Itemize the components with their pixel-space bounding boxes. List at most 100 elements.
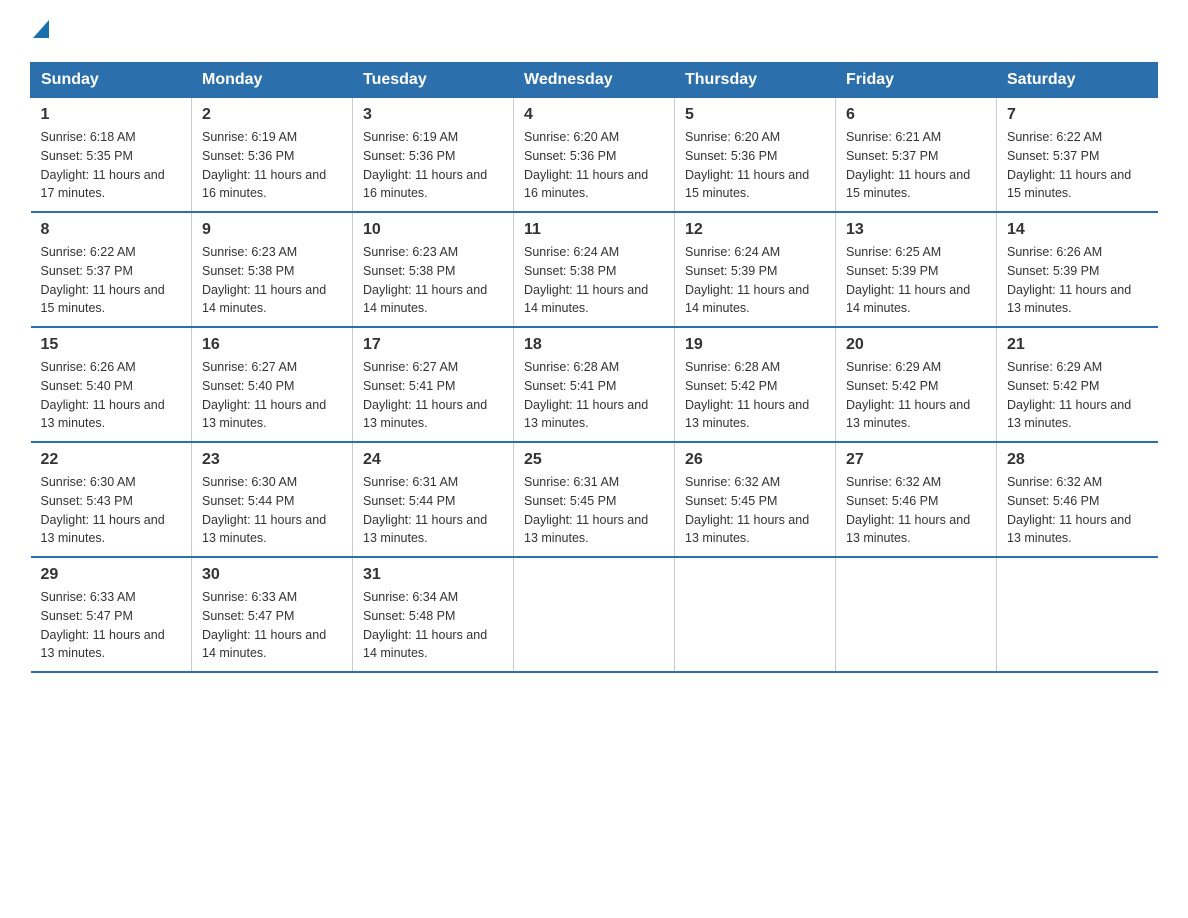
day-number: 23	[202, 451, 342, 469]
day-number: 21	[1007, 336, 1148, 354]
calendar-week-row: 1 Sunrise: 6:18 AMSunset: 5:35 PMDaylight…	[31, 98, 1158, 213]
calendar-cell: 5 Sunrise: 6:20 AMSunset: 5:36 PMDaylight…	[675, 98, 836, 213]
day-info: Sunrise: 6:32 AMSunset: 5:46 PMDaylight:…	[846, 473, 986, 548]
calendar-cell: 2 Sunrise: 6:19 AMSunset: 5:36 PMDaylight…	[192, 98, 353, 213]
calendar-cell: 29 Sunrise: 6:33 AMSunset: 5:47 PMDayligh…	[31, 557, 192, 672]
header-thursday: Thursday	[675, 63, 836, 98]
calendar-cell: 4Sunrise: 6:20 AMSunset: 5:36 PMDaylight…	[514, 98, 675, 213]
calendar-cell: 24Sunrise: 6:31 AMSunset: 5:44 PMDayligh…	[353, 442, 514, 557]
calendar-week-row: 8 Sunrise: 6:22 AMSunset: 5:37 PMDaylight…	[31, 212, 1158, 327]
calendar-cell: 7 Sunrise: 6:22 AMSunset: 5:37 PMDaylight…	[997, 98, 1158, 213]
day-number: 11	[524, 221, 664, 239]
calendar-cell: 28 Sunrise: 6:32 AMSunset: 5:46 PMDayligh…	[997, 442, 1158, 557]
calendar-cell	[514, 557, 675, 672]
day-number: 28	[1007, 451, 1148, 469]
calendar-week-row: 22Sunrise: 6:30 AMSunset: 5:43 PMDayligh…	[31, 442, 1158, 557]
calendar-cell	[675, 557, 836, 672]
calendar-cell: 21 Sunrise: 6:29 AMSunset: 5:42 PMDayligh…	[997, 327, 1158, 442]
day-number: 9	[202, 221, 342, 239]
header-saturday: Saturday	[997, 63, 1158, 98]
calendar-week-row: 15 Sunrise: 6:26 AMSunset: 5:40 PMDayligh…	[31, 327, 1158, 442]
day-number: 24	[363, 451, 503, 469]
day-info: Sunrise: 6:22 AMSunset: 5:37 PMDaylight:…	[1007, 128, 1148, 203]
day-number: 7	[1007, 106, 1148, 124]
calendar-cell: 20Sunrise: 6:29 AMSunset: 5:42 PMDayligh…	[836, 327, 997, 442]
calendar-cell: 22Sunrise: 6:30 AMSunset: 5:43 PMDayligh…	[31, 442, 192, 557]
day-info: Sunrise: 6:34 AMSunset: 5:48 PMDaylight:…	[363, 588, 503, 663]
calendar-cell: 13 Sunrise: 6:25 AMSunset: 5:39 PMDayligh…	[836, 212, 997, 327]
calendar-cell: 26 Sunrise: 6:32 AMSunset: 5:45 PMDayligh…	[675, 442, 836, 557]
day-info: Sunrise: 6:29 AMSunset: 5:42 PMDaylight:…	[1007, 358, 1148, 433]
day-number: 25	[524, 451, 664, 469]
day-info: Sunrise: 6:32 AMSunset: 5:46 PMDaylight:…	[1007, 473, 1148, 548]
calendar-cell: 3 Sunrise: 6:19 AMSunset: 5:36 PMDaylight…	[353, 98, 514, 213]
calendar-cell	[836, 557, 997, 672]
day-info: Sunrise: 6:27 AMSunset: 5:40 PMDaylight:…	[202, 358, 342, 433]
day-info: Sunrise: 6:28 AMSunset: 5:41 PMDaylight:…	[524, 358, 664, 433]
calendar-cell: 14Sunrise: 6:26 AMSunset: 5:39 PMDayligh…	[997, 212, 1158, 327]
logo-triangle-icon	[33, 20, 49, 38]
day-info: Sunrise: 6:31 AMSunset: 5:45 PMDaylight:…	[524, 473, 664, 548]
calendar-cell: 18 Sunrise: 6:28 AMSunset: 5:41 PMDayligh…	[514, 327, 675, 442]
calendar-cell: 31 Sunrise: 6:34 AMSunset: 5:48 PMDayligh…	[353, 557, 514, 672]
calendar-cell: 8 Sunrise: 6:22 AMSunset: 5:37 PMDaylight…	[31, 212, 192, 327]
calendar-cell: 6 Sunrise: 6:21 AMSunset: 5:37 PMDaylight…	[836, 98, 997, 213]
day-number: 30	[202, 566, 342, 584]
day-number: 3	[363, 106, 503, 124]
day-number: 2	[202, 106, 342, 124]
calendar-cell: 23 Sunrise: 6:30 AMSunset: 5:44 PMDayligh…	[192, 442, 353, 557]
calendar-cell: 1 Sunrise: 6:18 AMSunset: 5:35 PMDaylight…	[31, 98, 192, 213]
day-info: Sunrise: 6:33 AMSunset: 5:47 PMDaylight:…	[202, 588, 342, 663]
day-info: Sunrise: 6:33 AMSunset: 5:47 PMDaylight:…	[41, 588, 182, 663]
calendar-cell: 16 Sunrise: 6:27 AMSunset: 5:40 PMDayligh…	[192, 327, 353, 442]
day-info: Sunrise: 6:19 AMSunset: 5:36 PMDaylight:…	[202, 128, 342, 203]
day-number: 26	[685, 451, 825, 469]
day-info: Sunrise: 6:26 AMSunset: 5:40 PMDaylight:…	[41, 358, 182, 433]
day-number: 15	[41, 336, 182, 354]
calendar-cell: 9 Sunrise: 6:23 AMSunset: 5:38 PMDaylight…	[192, 212, 353, 327]
day-number: 19	[685, 336, 825, 354]
calendar-cell: 30 Sunrise: 6:33 AMSunset: 5:47 PMDayligh…	[192, 557, 353, 672]
day-info: Sunrise: 6:24 AMSunset: 5:38 PMDaylight:…	[524, 243, 664, 318]
calendar-table: SundayMondayTuesdayWednesdayThursdayFrid…	[30, 62, 1158, 673]
header-monday: Monday	[192, 63, 353, 98]
header-friday: Friday	[836, 63, 997, 98]
header-sunday: Sunday	[31, 63, 192, 98]
day-info: Sunrise: 6:30 AMSunset: 5:44 PMDaylight:…	[202, 473, 342, 548]
day-number: 29	[41, 566, 182, 584]
day-info: Sunrise: 6:25 AMSunset: 5:39 PMDaylight:…	[846, 243, 986, 318]
calendar-cell: 27 Sunrise: 6:32 AMSunset: 5:46 PMDayligh…	[836, 442, 997, 557]
calendar-cell	[997, 557, 1158, 672]
day-number: 31	[363, 566, 503, 584]
day-info: Sunrise: 6:30 AMSunset: 5:43 PMDaylight:…	[41, 473, 182, 548]
day-number: 20	[846, 336, 986, 354]
day-number: 13	[846, 221, 986, 239]
day-info: Sunrise: 6:23 AMSunset: 5:38 PMDaylight:…	[202, 243, 342, 318]
day-info: Sunrise: 6:22 AMSunset: 5:37 PMDaylight:…	[41, 243, 182, 318]
day-number: 27	[846, 451, 986, 469]
day-info: Sunrise: 6:23 AMSunset: 5:38 PMDaylight:…	[363, 243, 503, 318]
day-number: 10	[363, 221, 503, 239]
day-number: 1	[41, 106, 182, 124]
day-info: Sunrise: 6:21 AMSunset: 5:37 PMDaylight:…	[846, 128, 986, 203]
day-info: Sunrise: 6:18 AMSunset: 5:35 PMDaylight:…	[41, 128, 182, 203]
header-wednesday: Wednesday	[514, 63, 675, 98]
calendar-cell: 11 Sunrise: 6:24 AMSunset: 5:38 PMDayligh…	[514, 212, 675, 327]
calendar-week-row: 29 Sunrise: 6:33 AMSunset: 5:47 PMDayligh…	[31, 557, 1158, 672]
logo	[30, 20, 49, 42]
day-number: 5	[685, 106, 825, 124]
day-number: 6	[846, 106, 986, 124]
calendar-cell: 10 Sunrise: 6:23 AMSunset: 5:38 PMDayligh…	[353, 212, 514, 327]
day-info: Sunrise: 6:19 AMSunset: 5:36 PMDaylight:…	[363, 128, 503, 203]
day-number: 16	[202, 336, 342, 354]
day-info: Sunrise: 6:26 AMSunset: 5:39 PMDaylight:…	[1007, 243, 1148, 318]
day-info: Sunrise: 6:32 AMSunset: 5:45 PMDaylight:…	[685, 473, 825, 548]
day-info: Sunrise: 6:20 AMSunset: 5:36 PMDaylight:…	[685, 128, 825, 203]
day-info: Sunrise: 6:24 AMSunset: 5:39 PMDaylight:…	[685, 243, 825, 318]
day-number: 4	[524, 106, 664, 124]
day-number: 8	[41, 221, 182, 239]
header-tuesday: Tuesday	[353, 63, 514, 98]
day-number: 18	[524, 336, 664, 354]
calendar-cell: 19Sunrise: 6:28 AMSunset: 5:42 PMDayligh…	[675, 327, 836, 442]
calendar-header-row: SundayMondayTuesdayWednesdayThursdayFrid…	[31, 63, 1158, 98]
